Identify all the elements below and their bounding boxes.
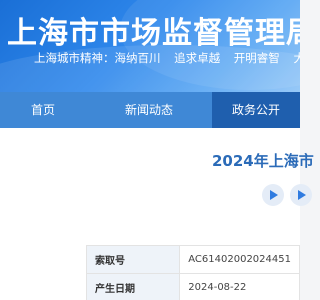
main-navigation: 首页 新闻动态 政务公开 (0, 92, 300, 128)
info-value-date: 2024-08-22 (179, 273, 300, 300)
info-value-index-number: AC61402002024451 (179, 245, 300, 274)
info-key-index-number: 索取号 (85, 245, 181, 274)
play-audio-button[interactable] (262, 184, 284, 206)
nav-item-news[interactable]: 新闻动态 (86, 92, 212, 128)
site-title[interactable]: 上海市市场监督管理局 (7, 8, 300, 52)
play-icon (270, 190, 278, 200)
page-title: 2024年上海市 (212, 152, 314, 170)
main-content: 2024年上海市 索取号 AC61402002024451 产生日期 2024-… (0, 128, 314, 300)
play-audio-button[interactable] (290, 184, 312, 206)
nav-item-government-affairs[interactable]: 政务公开 (212, 92, 300, 128)
nav-item-home[interactable]: 首页 (0, 92, 86, 128)
info-key-date: 产生日期 (85, 273, 181, 300)
city-slogan: 上海城市精神：海纳百川 追求卓越 开明睿智 大气谦和 (34, 51, 300, 65)
site-header: 上海市市场监督管理局 上海城市精神：海纳百川 追求卓越 开明睿智 大气谦和 (0, 0, 300, 92)
play-icon (298, 190, 306, 200)
document-info-table: 索取号 AC61402002024451 产生日期 2024-08-22 (85, 245, 300, 300)
table-row: 索取号 AC61402002024451 (85, 245, 300, 274)
table-row: 产生日期 2024-08-22 (85, 273, 300, 300)
